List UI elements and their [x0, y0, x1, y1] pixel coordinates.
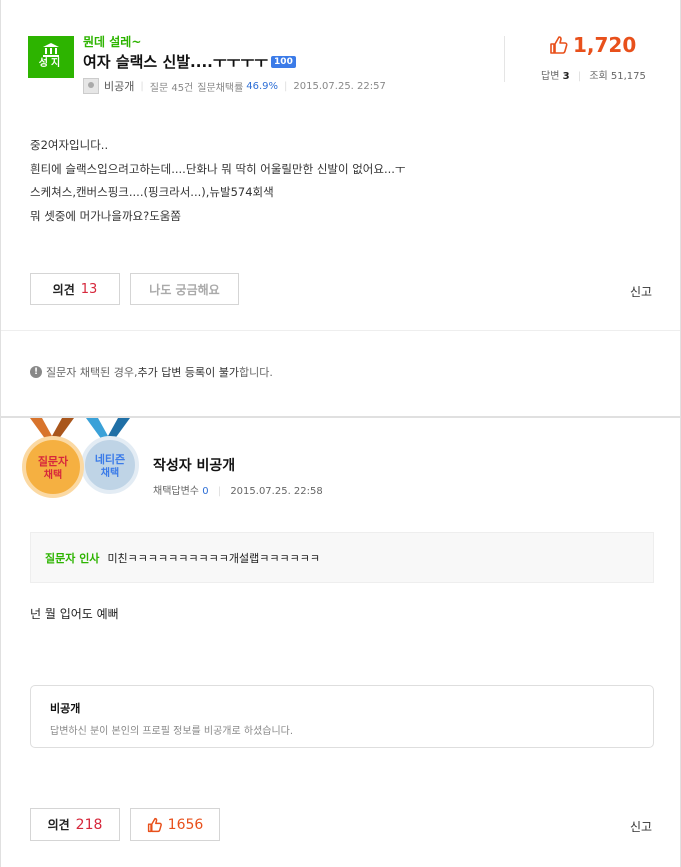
divider: | — [284, 80, 288, 92]
notice-emphasis: 추가 답변 등록이 불가 — [137, 366, 240, 379]
opinion-count: 13 — [80, 281, 98, 297]
opinion-label: 의견 — [52, 282, 75, 297]
medal-line: 채택 — [43, 470, 63, 481]
adopted-answers-count: 0 — [202, 486, 209, 497]
like-count-value: 1656 — [167, 816, 204, 833]
avatar — [83, 78, 99, 94]
question-like-count[interactable]: 1,720 — [549, 33, 636, 57]
question-body-line: 뭐 셋중에 머가나을까요?도움쫌 — [30, 208, 181, 223]
answer-card: 네티즌 채택 질문자 채택 작성자 비공개 채택답변수 0 | 2015.07.… — [0, 417, 681, 867]
divider: | — [577, 71, 582, 82]
report-link[interactable]: 신고 — [630, 283, 652, 300]
like-button[interactable]: 1656 — [130, 808, 220, 841]
landmark-icon — [43, 43, 59, 57]
points-badge: 100 — [271, 56, 296, 68]
question-author: 비공개 — [104, 80, 135, 93]
divider — [1, 330, 680, 331]
thumbs-up-icon — [550, 36, 568, 54]
notice-text-end: 합니다. — [239, 366, 273, 379]
answer-meta: 채택답변수 0 | 2015.07.25. 22:58 — [153, 482, 323, 497]
private-profile-box: 비공개 답변하신 분이 본인의 프로필 정보를 비공개로 하셨습니다. — [30, 685, 654, 748]
opinion-button[interactable]: 의견 13 — [30, 273, 120, 305]
private-description: 답변하신 분이 본인의 프로필 정보를 비공개로 하셨습니다. — [50, 726, 294, 737]
answer-datetime: 2015.07.25. 22:58 — [230, 486, 323, 497]
info-icon: ! — [30, 366, 42, 378]
question-meta: 비공개 | 질문 45건 질문채택률 46.9% | 2015.07.25. 2… — [83, 78, 386, 94]
like-count-value: 1,720 — [573, 33, 637, 57]
adopted-answers-label: 채택답변수 — [153, 486, 199, 497]
questioner-thanks-box: 질문자 인사 미친ㅋㅋㅋㅋㅋㅋㅋㅋㅋㅋ개설랩ㅋㅋㅋㅋㅋㅋ — [30, 532, 654, 583]
category-badge: 성지 — [28, 36, 74, 78]
divider: | — [217, 486, 222, 497]
opinion-count: 218 — [75, 816, 103, 833]
adoption-rate: 46.9% — [246, 80, 279, 92]
me-too-curious-button[interactable]: 나도 궁금해요 — [130, 273, 239, 305]
question-category[interactable]: 뭔데 설레~ — [83, 33, 141, 50]
question-count: 질문 45건 — [149, 82, 194, 94]
question-body-line: 스케쳐스,캔버스핑크....(핑크라서...),뉴발574회색 — [30, 185, 274, 199]
adoption-notice: ! 질문자 채택된 경우, 추가 답변 등록이 불가 합니다. — [30, 364, 273, 380]
question-datetime: 2015.07.25. 22:57 — [293, 80, 386, 92]
divider: | — [140, 80, 144, 92]
thanks-text: 미친ㅋㅋㅋㅋㅋㅋㅋㅋㅋㅋ개설랩ㅋㅋㅋㅋㅋㅋ — [107, 551, 320, 565]
answers-count: 3 — [562, 71, 570, 82]
question-title-text: 여자 슬랙스 신발....ㅜㅜㅜㅜ — [83, 53, 269, 71]
answer-body: 넌 뭘 입어도 예뻐 — [30, 607, 119, 621]
medal-line: 네티즌 — [94, 453, 126, 466]
thanks-label: 질문자 인사 — [45, 551, 100, 565]
question-stats: 답변 3 | 조회 51,175 — [541, 67, 646, 82]
question-body: 중2여자입니다.. 흰티에 슬랙스입으려고하는데....단화나 뭐 딱히 어울릴… — [30, 134, 406, 228]
medal-line: 질문자 — [37, 455, 69, 468]
adoption-label: 질문채택률 — [197, 82, 244, 94]
views-count: 51,175 — [610, 71, 646, 82]
notice-text: 질문자 채택된 경우, — [46, 366, 138, 379]
questioner-adopted-medal: 질문자 채택 — [22, 436, 84, 498]
badge-label: 성지 — [38, 58, 64, 69]
opinion-button[interactable]: 의견 218 — [30, 808, 120, 841]
private-title: 비공개 — [50, 702, 81, 715]
medal-line: 채택 — [100, 468, 120, 479]
question-body-line: 흰티에 슬랙스입으려고하는데....단화나 뭐 딱히 어울릴만한 신발이 없어요… — [30, 161, 406, 176]
divider — [504, 36, 505, 82]
question-body-line: 중2여자입니다.. — [30, 138, 109, 152]
views-label: 조회 — [589, 71, 608, 82]
answer-author: 작성자 비공개 — [153, 458, 236, 474]
thumbs-up-icon — [147, 817, 162, 832]
question-card: 성지 뭔데 설레~ 여자 슬랙스 신발....ㅜㅜㅜㅜ 100 비공개 | 질문 … — [0, 0, 681, 417]
opinion-label: 의견 — [47, 818, 70, 832]
netizen-adopted-medal: 네티즌 채택 — [81, 436, 139, 494]
answers-label: 답변 — [541, 71, 560, 82]
report-link[interactable]: 신고 — [630, 818, 652, 835]
question-title: 여자 슬랙스 신발....ㅜㅜㅜㅜ 100 — [83, 51, 296, 72]
